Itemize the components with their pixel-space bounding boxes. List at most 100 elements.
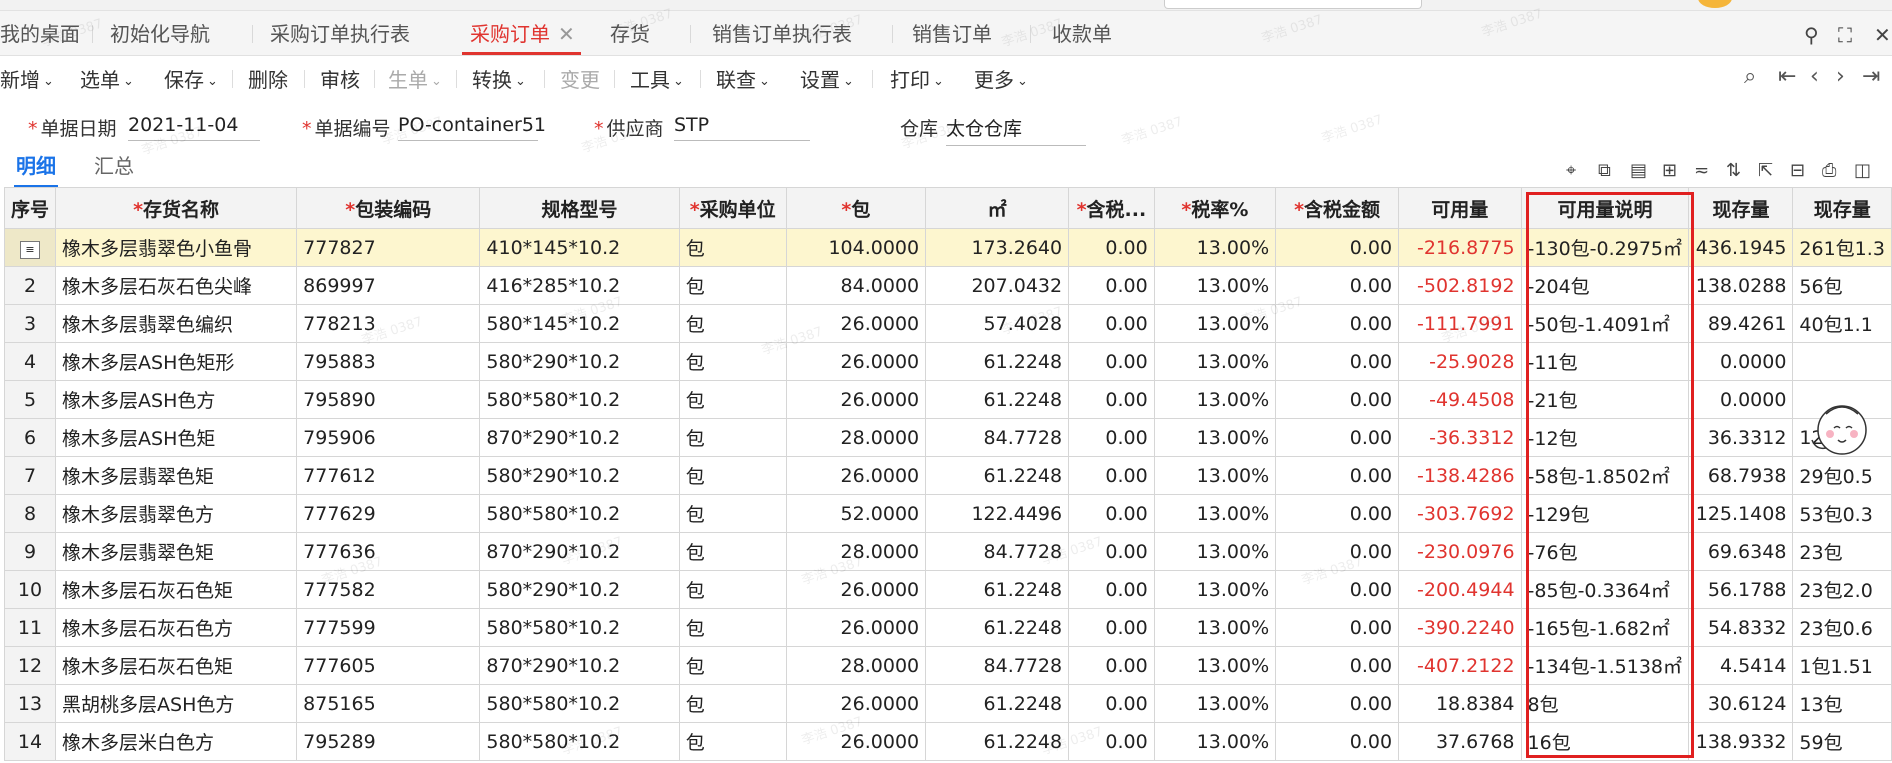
cell-tax-rate[interactable]: 13.00%	[1153, 380, 1277, 419]
cell-tax-price[interactable]: 0.00	[1068, 570, 1155, 609]
cell-area[interactable]: 57.4028	[925, 304, 1070, 343]
cell-tax-amount[interactable]: 0.00	[1275, 304, 1400, 343]
locate-icon[interactable]: ⌕	[1744, 64, 1756, 89]
cell-tax-rate[interactable]: 13.00%	[1153, 646, 1277, 685]
cell-unit[interactable]: 包	[678, 380, 787, 419]
cell-tax-price[interactable]: 0.00	[1068, 646, 1155, 685]
close-icon[interactable]: ✕	[558, 22, 575, 46]
cell-available-qty-note[interactable]: -165包-1.682㎡	[1520, 608, 1690, 647]
lookup-button[interactable]: 联查 ⌄	[716, 64, 770, 93]
cell-tax-amount[interactable]: 0.00	[1275, 646, 1400, 685]
cell-available-qty[interactable]: -216.8775	[1398, 228, 1522, 267]
cell-item-name[interactable]: 橡木多层翡翠色小鱼骨	[55, 228, 298, 267]
cell-unit[interactable]: 包	[678, 304, 787, 343]
cell-tax-price[interactable]: 0.00	[1068, 228, 1155, 267]
header-col-tax-price[interactable]: *含税...	[1068, 187, 1155, 229]
cell-pack-qty[interactable]: 26.0000	[785, 608, 927, 647]
cell-tax-price[interactable]: 0.00	[1068, 494, 1155, 533]
cell-tax-price[interactable]: 0.00	[1068, 266, 1155, 305]
cell-item-name[interactable]: 橡木多层石灰石色方	[55, 608, 298, 647]
select-doc-button[interactable]: 选单 ⌄	[80, 64, 134, 93]
global-search-input[interactable]	[1164, 0, 1422, 9]
settings-button[interactable]: 设置 ⌄	[800, 64, 854, 93]
cell-available-qty[interactable]: -25.9028	[1398, 342, 1522, 381]
tab-init-guide[interactable]: 初始化导航	[110, 11, 210, 55]
cell-tax-amount[interactable]: 0.00	[1275, 342, 1400, 381]
cell-on-hand-qty-2[interactable]: 13包	[1792, 684, 1892, 723]
cell-on-hand-qty-2[interactable]: 23包2.0	[1792, 570, 1892, 609]
cell-tax-rate[interactable]: 13.00%	[1153, 228, 1277, 267]
cell-tax-rate[interactable]: 13.00%	[1153, 304, 1277, 343]
cell-available-qty-note[interactable]: -12包	[1520, 418, 1690, 457]
cell-spec[interactable]: 580*290*10.2	[479, 570, 680, 609]
cell-pack-qty[interactable]: 28.0000	[785, 418, 927, 457]
cell-available-qty-note[interactable]: -11包	[1520, 342, 1690, 381]
cell-area[interactable]: 61.2248	[925, 380, 1070, 419]
save-button[interactable]: 保存 ⌄	[164, 64, 218, 93]
cell-available-qty[interactable]: -138.4286	[1398, 456, 1522, 495]
cell-item-name[interactable]: 橡木多层翡翠色矩	[55, 532, 298, 571]
paste-row-icon[interactable]: ▤	[1630, 160, 1647, 181]
delete-button[interactable]: 删除	[248, 64, 288, 93]
maximize-icon[interactable]: ⛶	[1838, 23, 1852, 47]
cell-tax-amount[interactable]: 0.00	[1275, 722, 1400, 761]
cell-item-name[interactable]: 橡木多层翡翠色矩	[55, 456, 298, 495]
cell-pack-code[interactable]: 795890	[296, 380, 481, 419]
cell-tax-rate[interactable]: 13.00%	[1153, 532, 1277, 571]
cell-available-qty-note[interactable]: -58包-1.8502㎡	[1520, 456, 1690, 495]
cell-pack-code[interactable]: 777827	[296, 228, 481, 267]
cell-area[interactable]: 84.7728	[925, 646, 1070, 685]
cell-tax-rate[interactable]: 13.00%	[1153, 494, 1277, 533]
cell-tax-rate[interactable]: 13.00%	[1153, 608, 1277, 647]
supplier-field[interactable]: STP	[674, 114, 810, 141]
cell-tax-amount[interactable]: 0.00	[1275, 380, 1400, 419]
cell-on-hand-qty-2[interactable]: 56包	[1792, 266, 1892, 305]
cell-pack-qty[interactable]: 26.0000	[785, 570, 927, 609]
cell-item-name[interactable]: 橡木多层ASH色方	[55, 380, 298, 419]
header-col-pack-qty[interactable]: *包	[785, 187, 927, 229]
tab-receipt[interactable]: 收款单	[1052, 11, 1112, 55]
last-record-icon[interactable]: ⇥	[1862, 64, 1880, 89]
cell-on-hand-qty[interactable]: 4.5414	[1688, 646, 1794, 685]
cell-unit[interactable]: 包	[678, 646, 787, 685]
cell-unit[interactable]: 包	[678, 722, 787, 761]
cell-area[interactable]: 61.2248	[925, 684, 1070, 723]
table-row[interactable]: 13 黑胡桃多层ASH色方 875165 580*580*10.2 包 26.0000 61…	[3, 684, 1892, 723]
table-row[interactable]: 8 橡木多层翡翠色方 777629 580*580*10.2 包 52.0000 122.4…	[3, 494, 1892, 533]
row-menu-icon[interactable]: ≡	[20, 241, 40, 259]
table-row[interactable]: 14 橡木多层米白色方 795289 580*580*10.2 包 26.0000 61.2…	[3, 722, 1892, 761]
cell-pack-qty[interactable]: 26.0000	[785, 456, 927, 495]
previous-record-icon[interactable]: ‹	[1810, 64, 1819, 89]
header-col-spec[interactable]: 规格型号	[479, 187, 680, 229]
table-row[interactable]: 10 橡木多层石灰石色矩 777582 580*290*10.2 包 26.0000 61.…	[3, 570, 1892, 609]
cell-tax-rate[interactable]: 13.00%	[1153, 456, 1277, 495]
cell-available-qty-note[interactable]: 16包	[1520, 722, 1690, 761]
cell-spec[interactable]: 870*290*10.2	[479, 532, 680, 571]
cell-pack-code[interactable]: 795289	[296, 722, 481, 761]
cell-unit[interactable]: 包	[678, 456, 787, 495]
cell-available-qty-note[interactable]: -204包	[1520, 266, 1690, 305]
cell-pack-code[interactable]: 777612	[296, 456, 481, 495]
table-row[interactable]: 9 橡木多层翡翠色矩 777636 870*290*10.2 包 28.0000 84.77…	[3, 532, 1892, 571]
cell-tax-amount[interactable]: 0.00	[1275, 494, 1400, 533]
date-field[interactable]: 2021-11-04	[128, 114, 260, 141]
table-row[interactable]: 11 橡木多层石灰石色方 777599 580*580*10.2 包 26.0000 61.…	[3, 608, 1892, 647]
cell-available-qty[interactable]: -49.4508	[1398, 380, 1522, 419]
cell-tax-price[interactable]: 0.00	[1068, 342, 1155, 381]
cell-tax-amount[interactable]: 0.00	[1275, 418, 1400, 457]
cell-pack-code[interactable]: 795906	[296, 418, 481, 457]
cell-pack-qty[interactable]: 28.0000	[785, 532, 927, 571]
cell-on-hand-qty-2[interactable]	[1792, 342, 1892, 381]
cell-on-hand-qty[interactable]: 436.1945	[1688, 228, 1794, 267]
cell-tax-amount[interactable]: 0.00	[1275, 570, 1400, 609]
cell-on-hand-qty[interactable]: 54.8332	[1688, 608, 1794, 647]
cell-on-hand-qty-2[interactable]: 40包1.1	[1792, 304, 1892, 343]
cell-available-qty-note[interactable]: -134包-1.5138㎡	[1520, 646, 1690, 685]
cell-item-name[interactable]: 黑胡桃多层ASH色方	[55, 684, 298, 723]
table-row[interactable]: 5 橡木多层ASH色方 795890 580*580*10.2 包 26.0000 61.2…	[3, 380, 1892, 419]
cell-available-qty[interactable]: -36.3312	[1398, 418, 1522, 457]
next-record-icon[interactable]: ›	[1836, 64, 1845, 89]
cell-spec[interactable]: 410*145*10.2	[479, 228, 680, 267]
convert-button[interactable]: 转换 ⌄	[472, 64, 526, 93]
cell-unit[interactable]: 包	[678, 494, 787, 533]
